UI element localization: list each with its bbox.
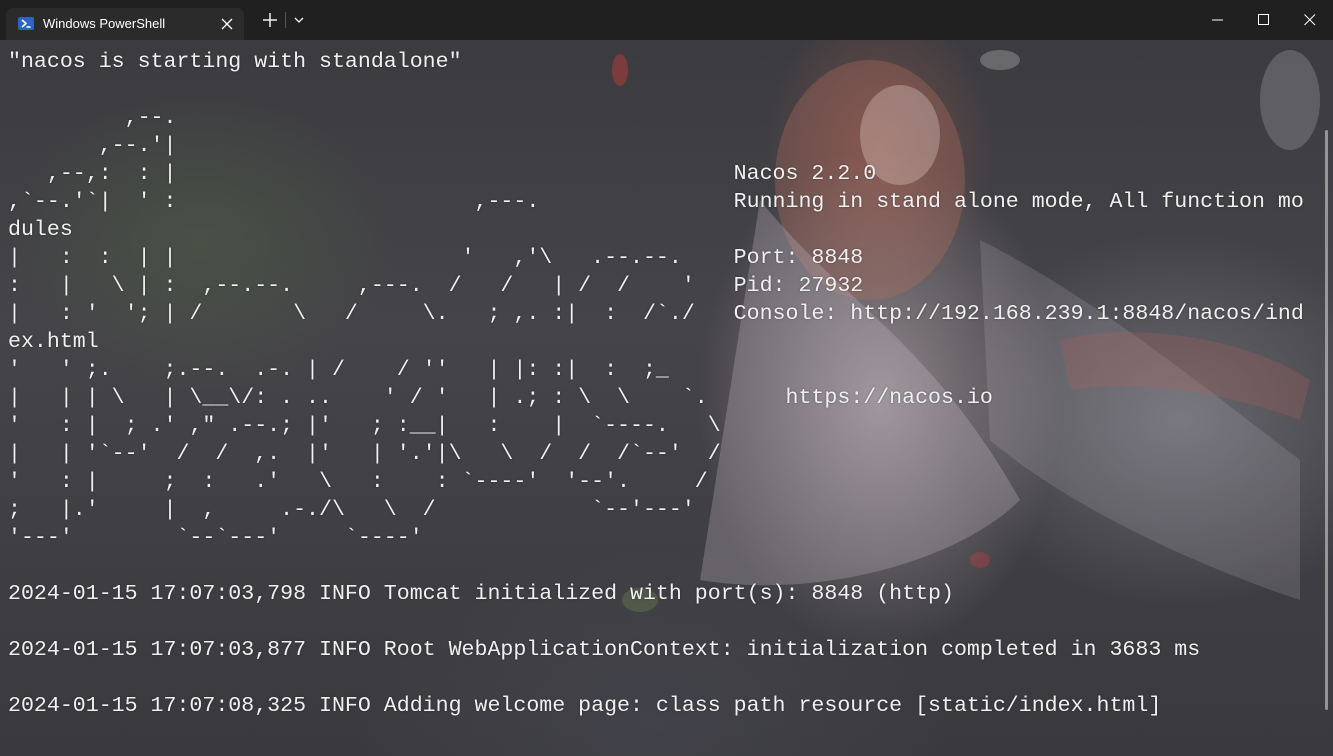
terminal-line: ,--. bbox=[8, 106, 177, 130]
terminal-line: 2024-01-15 17:07:08,325 INFO Adding welc… bbox=[8, 694, 1162, 718]
terminal-line: ' : | ; .' ," .--.; |' ; :__| : | `----.… bbox=[8, 414, 721, 438]
scrollbar[interactable] bbox=[1325, 130, 1328, 710]
terminal-line: : | \ | : ,--.--. ,---. / / | / / ' Pid:… bbox=[8, 274, 864, 298]
title-bar: Windows PowerShell bbox=[0, 0, 1333, 40]
chevron-down-icon[interactable] bbox=[289, 10, 309, 30]
terminal-line: ' ' ;. ;.--. .-. | / / '' | |: :| : ;_ bbox=[8, 358, 669, 382]
terminal-line: ; |.' | , .-./\ \ / `--'---' bbox=[8, 498, 695, 522]
close-tab-icon[interactable] bbox=[216, 13, 238, 35]
terminal-line: ' : | ; : .' \ : : `----' '--'. / bbox=[8, 470, 708, 494]
terminal-line: ,`--.'`| ' : ,---. Running in stand alon… bbox=[8, 190, 1304, 214]
plus-icon[interactable] bbox=[260, 10, 280, 30]
terminal-line: | : : | | ' ,'\ .--.--. Port: 8848 bbox=[8, 246, 864, 270]
maximize-icon[interactable] bbox=[1241, 0, 1287, 40]
terminal-pane[interactable]: "nacos is starting with standalone" ,--.… bbox=[0, 40, 1333, 756]
terminal-line: "nacos is starting with standalone" bbox=[8, 50, 462, 74]
terminal-line: | | '`--' / / ,. |' | '.'|\ \ / / /`--' … bbox=[8, 442, 721, 466]
terminal-line: 2024-01-15 17:07:03,798 INFO Tomcat init… bbox=[8, 582, 954, 606]
terminal-output: "nacos is starting with standalone" ,--.… bbox=[8, 48, 1304, 720]
tab-title: Windows PowerShell bbox=[43, 16, 166, 31]
terminal-line: | | | \ | \__\/: . .. ' / ' | .; : \ \ `… bbox=[8, 386, 993, 410]
tab-divider bbox=[285, 12, 286, 28]
powershell-icon bbox=[18, 17, 34, 30]
terminal-line: ex.html bbox=[8, 330, 99, 354]
terminal-line: '---' `--`---' `----' bbox=[8, 526, 423, 550]
terminal-line: ,--,: : | Nacos 2.2.0 bbox=[8, 162, 877, 186]
tab-windows-powershell[interactable]: Windows PowerShell bbox=[6, 8, 244, 40]
terminal-line: | : ' '; | / \ / \. ; ,. :| : /`./ Conso… bbox=[8, 302, 1304, 326]
terminal-line: 2024-01-15 17:07:03,877 INFO Root WebApp… bbox=[8, 638, 1201, 662]
minimize-icon[interactable] bbox=[1195, 0, 1241, 40]
terminal-line: ,--.'| bbox=[8, 134, 177, 158]
close-icon[interactable] bbox=[1287, 0, 1333, 40]
terminal-line: dules bbox=[8, 218, 73, 242]
